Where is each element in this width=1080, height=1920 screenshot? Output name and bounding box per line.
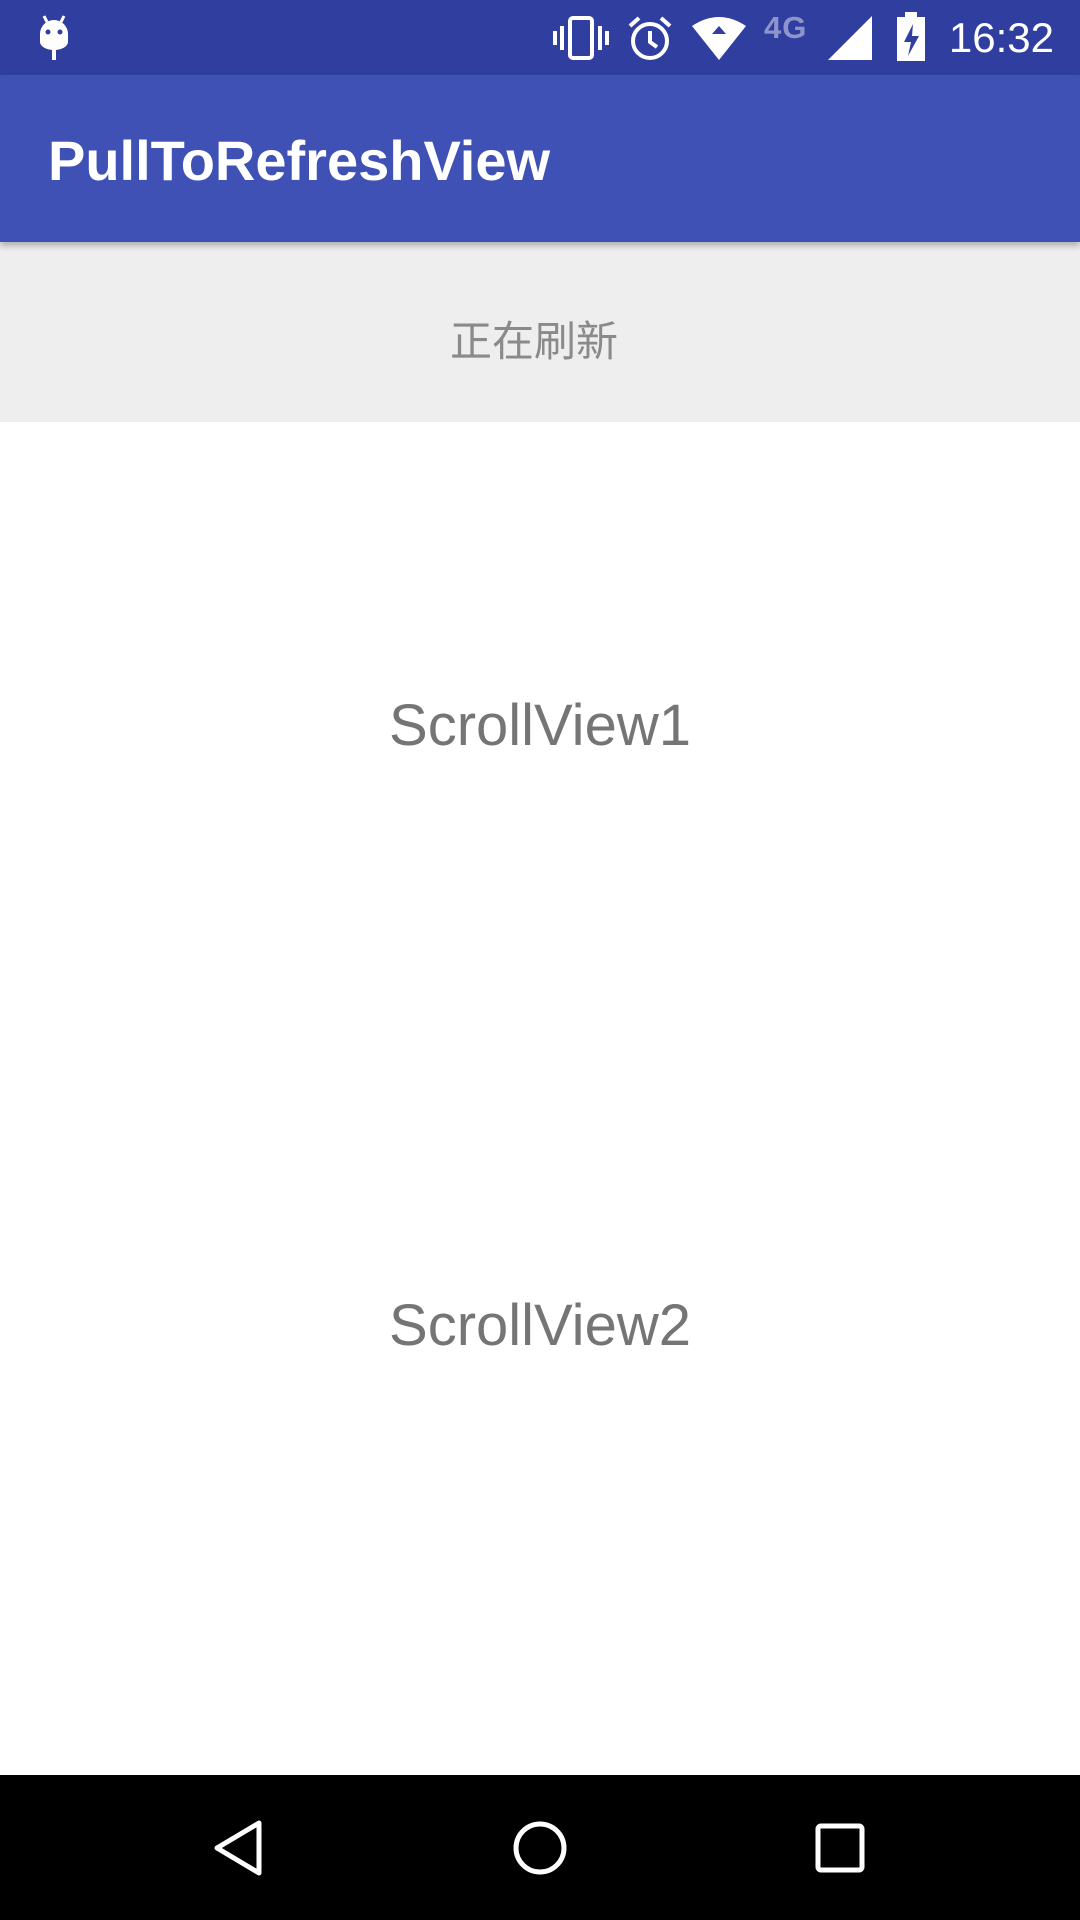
android-debug-icon [40, 15, 68, 60]
pull-refresh-header: 正在刷新 [0, 242, 1080, 607]
back-icon[interactable] [207, 1815, 273, 1881]
vibrate-icon [553, 16, 609, 60]
app-toolbar: PullToRefreshView [0, 75, 1080, 242]
navigation-bar [0, 1775, 1080, 1920]
scrollview-label: ScrollView1 [389, 693, 691, 758]
wifi-icon [692, 17, 746, 60]
scrollview-label: ScrollView2 [389, 1293, 691, 1358]
network-type-label: 4G [764, 10, 808, 45]
scroll-content[interactable]: ScrollView1 ScrollView2 [0, 422, 1080, 1775]
cell-signal-icon [828, 16, 872, 60]
status-clock: 16:32 [948, 14, 1054, 61]
home-icon[interactable] [507, 1815, 573, 1881]
recents-icon[interactable] [807, 1815, 873, 1881]
app-title: PullToRefreshView [48, 129, 551, 192]
refresh-status-label: 正在刷新 [450, 317, 619, 366]
status-bar: 4G 16:32 [0, 0, 1080, 75]
alarm-icon [628, 16, 672, 60]
battery-charging-icon [897, 12, 925, 61]
